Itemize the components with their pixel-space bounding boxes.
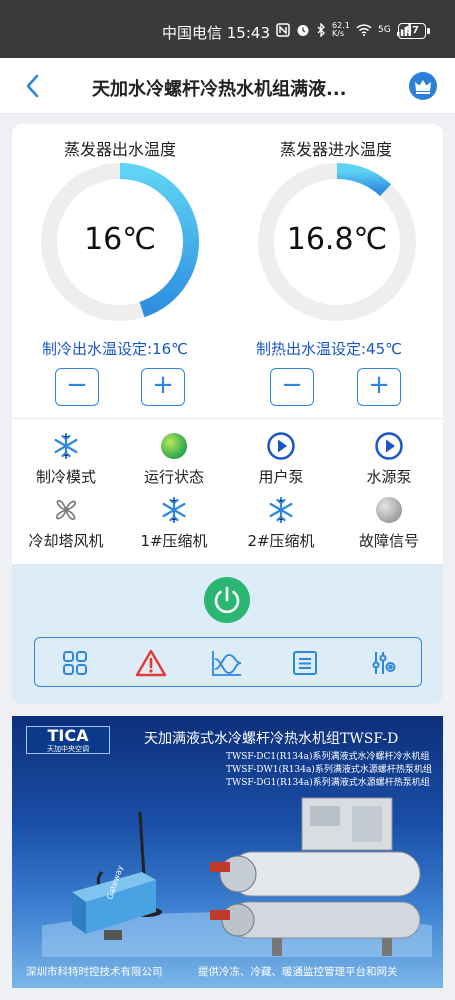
divider <box>12 418 443 419</box>
grid-icon[interactable] <box>61 649 89 677</box>
gauge-title-inlet: 蒸发器进水温度 <box>279 140 392 159</box>
control-zone <box>12 564 443 704</box>
battery-icon: 87 <box>398 23 430 39</box>
page-title: 天加水冷螺杆冷热水机组满液... <box>92 79 347 100</box>
status-cooling-tower-fan: 冷却塔风机 <box>16 496 116 551</box>
wifi-icon <box>356 24 372 36</box>
list-icon[interactable] <box>291 649 319 677</box>
carrier-time: 中国电信 15:43 <box>162 24 270 42</box>
net-speed: 62.1 K/s <box>332 21 350 38</box>
status-label: 1#压缩机 <box>140 532 208 550</box>
status-bar: 中国电信 15:43 62.1 K/s 5G 87 <box>0 0 455 58</box>
cooling-setpoint: 制冷出水温设定:16℃ <box>42 340 188 358</box>
banner-footer-slogan: 提供冷冻、冷藏、暖通监控管理平台和网关 <box>198 966 398 978</box>
settings-sliders-icon[interactable] <box>369 649 397 677</box>
inlet-temp-value: 16.8℃ <box>286 222 388 257</box>
chiller-unit <box>210 797 421 956</box>
status-running: 运行状态 <box>124 432 224 487</box>
trend-chart-icon[interactable] <box>211 649 243 677</box>
heating-increase-button[interactable]: + <box>357 368 401 406</box>
alarm-icon <box>297 25 309 36</box>
app-header: 天加水冷螺杆冷热水机组满液... <box>0 58 455 114</box>
status-user-pump: 用户泵 <box>231 432 331 487</box>
logo-text: TICA <box>47 726 89 745</box>
gray-dot-icon <box>376 497 402 523</box>
status-source-pump: 水源泵 <box>339 432 439 487</box>
status-label: 制冷模式 <box>35 468 96 486</box>
snowflake-icon <box>54 432 78 460</box>
snowflake-icon <box>162 496 186 524</box>
cooling-increase-button[interactable]: + <box>141 368 185 406</box>
status-cooling-mode: 制冷模式 <box>16 432 116 487</box>
bluetooth-icon <box>317 23 325 37</box>
status-label: 水源泵 <box>366 468 412 486</box>
heating-setpoint: 制热出水温设定:45℃ <box>256 340 402 358</box>
green-dot-icon <box>161 433 187 459</box>
status-icons: 62.1 K/s 5G <box>276 22 411 38</box>
power-button[interactable] <box>204 577 250 623</box>
nfc-icon <box>276 23 290 37</box>
status-label: 2#压缩机 <box>247 532 315 550</box>
function-toolbar <box>34 637 422 687</box>
crown-icon[interactable] <box>409 72 437 100</box>
gauge-arc <box>336 163 392 197</box>
status-compressor-2: 2#压缩机 <box>231 496 331 551</box>
banner-title: 天加满液式水冷螺杆冷热水机组TWSF-D <box>144 731 399 747</box>
product-illustration: Gateway <box>42 797 432 957</box>
status-label: 用户泵 <box>258 468 304 486</box>
status-label: 运行状态 <box>143 468 204 486</box>
heating-decrease-button[interactable]: − <box>270 368 314 406</box>
signal-type: 5G <box>378 25 391 35</box>
snowflake-icon <box>269 496 293 524</box>
status-label: 故障信号 <box>358 532 419 550</box>
play-circle-icon <box>267 432 295 460</box>
status-label: 冷却塔风机 <box>28 532 104 550</box>
status-fault-signal: 故障信号 <box>339 496 439 551</box>
product-banner[interactable]: TICA 天加中央空调 天加满液式水冷螺杆冷热水机组TWSF-D TWSF-DC… <box>12 716 443 988</box>
cooling-decrease-button[interactable]: − <box>55 368 99 406</box>
banner-footer-company: 深圳市科特时控技术有限公司 <box>26 966 163 978</box>
alarm-warning-icon[interactable] <box>135 649 167 677</box>
gauge-title-outlet: 蒸发器出水温度 <box>63 140 176 159</box>
tica-logo: TICA 天加中央空调 <box>26 726 110 754</box>
play-circle-icon <box>375 432 403 460</box>
outlet-temp-value: 16℃ <box>84 222 156 257</box>
back-arrow-icon[interactable] <box>22 72 44 100</box>
power-icon <box>214 586 240 614</box>
control-card: 蒸发器出水温度 16℃ 蒸发器进水温度 16.8℃ 制冷出水温设定:16℃ 制热… <box>12 124 443 704</box>
fan-icon <box>56 500 76 520</box>
status-compressor-1: 1#压缩机 <box>124 496 224 551</box>
